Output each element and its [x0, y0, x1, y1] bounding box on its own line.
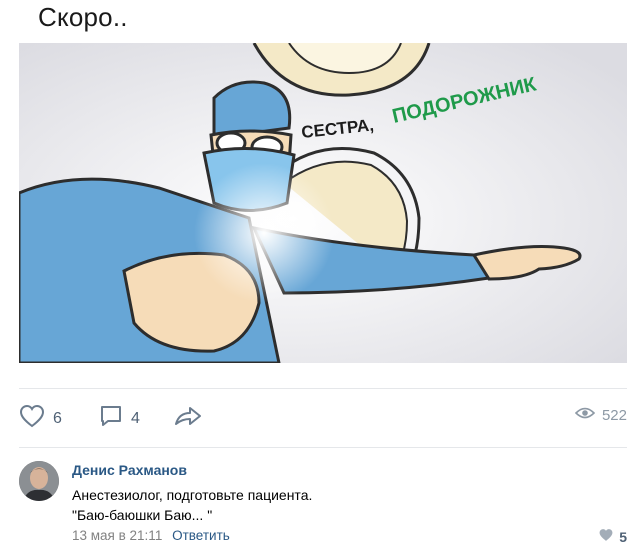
comment-line-1: Анестезиолог, подготовьте пациента.: [72, 487, 313, 503]
divider-bottom: [19, 447, 627, 448]
like-button[interactable]: 6: [19, 404, 62, 433]
like-count: 6: [53, 409, 62, 427]
share-icon: [173, 404, 203, 433]
eye-icon: [574, 406, 596, 424]
divider-top: [19, 388, 627, 389]
views-counter: 522: [574, 406, 627, 424]
share-button[interactable]: [173, 404, 203, 433]
comment-line-2: "Баю-баюшки Баю... ": [72, 507, 213, 523]
avatar[interactable]: [19, 461, 59, 501]
comment-icon: [99, 404, 123, 433]
post-image[interactable]: СЕСТРА, ПОДОРОЖНИК: [19, 43, 627, 363]
comment-date[interactable]: 13 мая в 21:11: [72, 528, 162, 543]
comment-like-button[interactable]: 5: [598, 528, 627, 545]
comment-text: Анестезиолог, подготовьте пациента. "Баю…: [72, 485, 312, 525]
reply-button[interactable]: Ответить: [172, 528, 230, 543]
post-actions: 6 4 522: [19, 400, 627, 436]
heart-icon: [19, 404, 45, 433]
comment-count: 4: [131, 409, 140, 427]
comment-button[interactable]: 4: [99, 404, 140, 433]
comment-author[interactable]: Денис Рахманов: [72, 462, 187, 478]
heart-filled-icon: [598, 528, 614, 545]
comment-meta: 13 мая в 21:11 Ответить: [72, 528, 230, 543]
comment: Денис Рахманов Анестезиолог, подготовьте…: [19, 458, 627, 548]
comment-like-count: 5: [619, 528, 627, 545]
post-text: Скоро..: [38, 2, 128, 32]
views-count: 522: [601, 406, 627, 424]
